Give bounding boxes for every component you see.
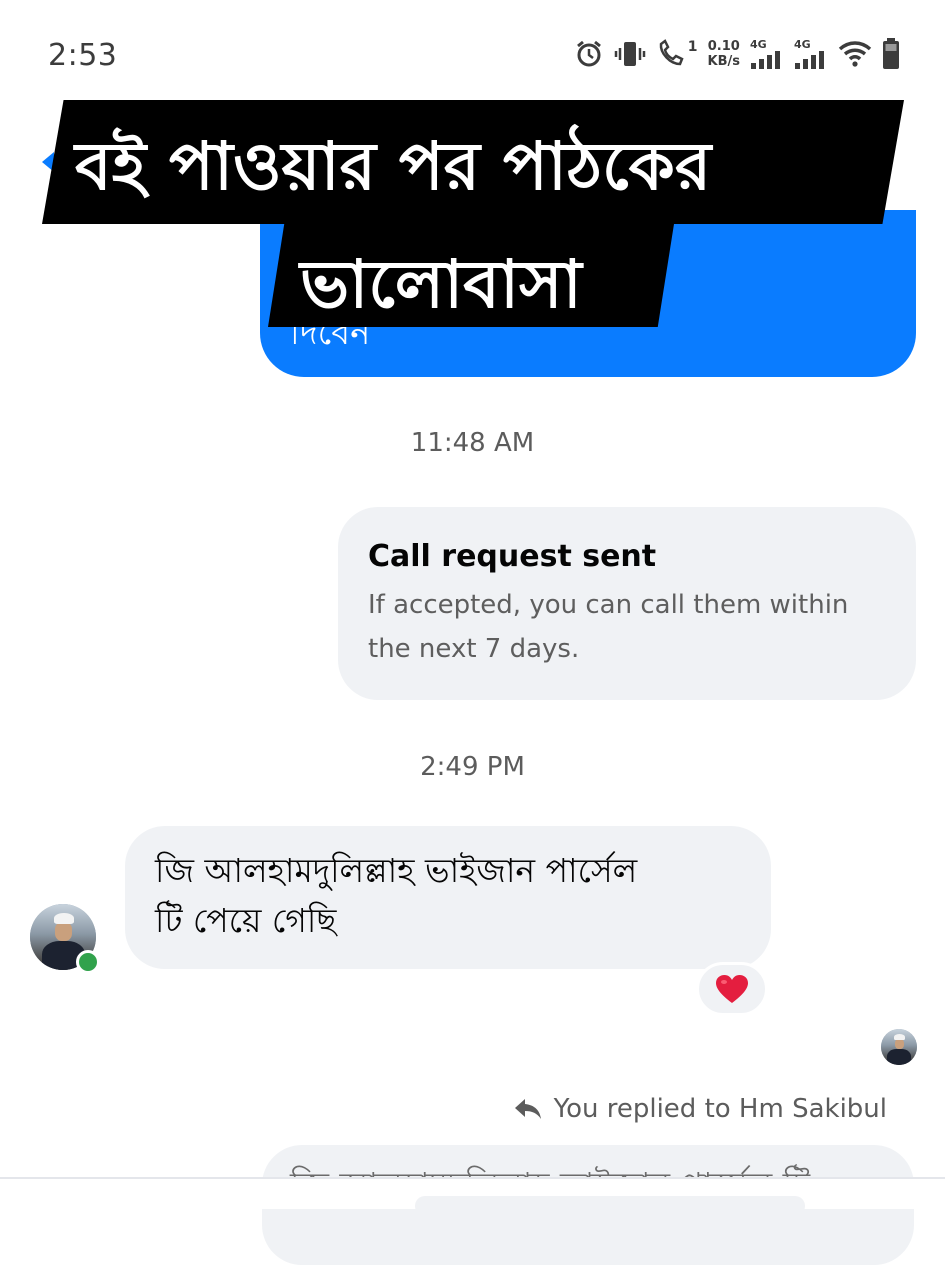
received-message-bubble[interactable]: জি আলহামদুলিল্লাহ ভাইজান পার্সেল টি পেয়… bbox=[125, 826, 771, 969]
battery-icon bbox=[882, 38, 900, 70]
message-timestamp: 2:49 PM bbox=[420, 752, 525, 782]
sim1-label: 4G bbox=[750, 38, 767, 51]
sim1-signal: 4G bbox=[750, 39, 784, 69]
composer-input[interactable] bbox=[415, 1196, 805, 1216]
wifi-icon bbox=[838, 40, 872, 68]
status-time: 2:53 bbox=[48, 38, 118, 73]
status-icons: 1 0.10 KB/s 4G 4G bbox=[574, 38, 900, 70]
heart-icon bbox=[716, 975, 748, 1003]
signal-bars-icon bbox=[795, 51, 824, 69]
alarm-icon bbox=[574, 39, 604, 69]
signal-bars-icon bbox=[751, 51, 780, 69]
call-count-badge: 1 bbox=[687, 39, 698, 55]
sim2-signal: 4G bbox=[794, 39, 828, 69]
received-message-line-1: জি আলহামদুলিল্লাহ ভাইজান পার্সেল bbox=[155, 851, 638, 890]
sim2-label: 4G bbox=[794, 38, 811, 51]
received-message-line-2: টি পেয়ে গেছি bbox=[155, 901, 337, 940]
caption-line-1: বই পাওয়ার পর পাঠকের bbox=[75, 128, 712, 205]
call-request-body-line-2: the next 7 days. bbox=[368, 634, 580, 664]
reply-indicator-text: You replied to Hm Sakibul bbox=[553, 1094, 887, 1124]
vibrate-icon bbox=[614, 39, 646, 69]
online-status-dot bbox=[76, 950, 100, 974]
reply-arrow-icon bbox=[514, 1099, 541, 1119]
network-speed: 0.10 KB/s bbox=[708, 39, 740, 69]
reply-indicator: You replied to Hm Sakibul bbox=[514, 1094, 887, 1124]
status-bar: 2:53 1 0.10 KB/s 4G 4G bbox=[0, 0, 945, 110]
caption-line-2: ভালোবাসা bbox=[300, 246, 582, 323]
wifi-call-icon bbox=[656, 39, 686, 69]
network-speed-unit: KB/s bbox=[707, 54, 740, 69]
call-request-body-line-1: If accepted, you can call them within bbox=[368, 590, 849, 620]
message-timestamp: 11:48 AM bbox=[410, 428, 535, 458]
network-speed-value: 0.10 bbox=[707, 39, 740, 54]
seen-receipt-avatar bbox=[881, 1029, 917, 1065]
call-request-card[interactable]: Call request sent If accepted, you can c… bbox=[338, 507, 916, 700]
call-request-title: Call request sent bbox=[368, 539, 657, 574]
heart-reaction[interactable] bbox=[696, 962, 768, 1016]
